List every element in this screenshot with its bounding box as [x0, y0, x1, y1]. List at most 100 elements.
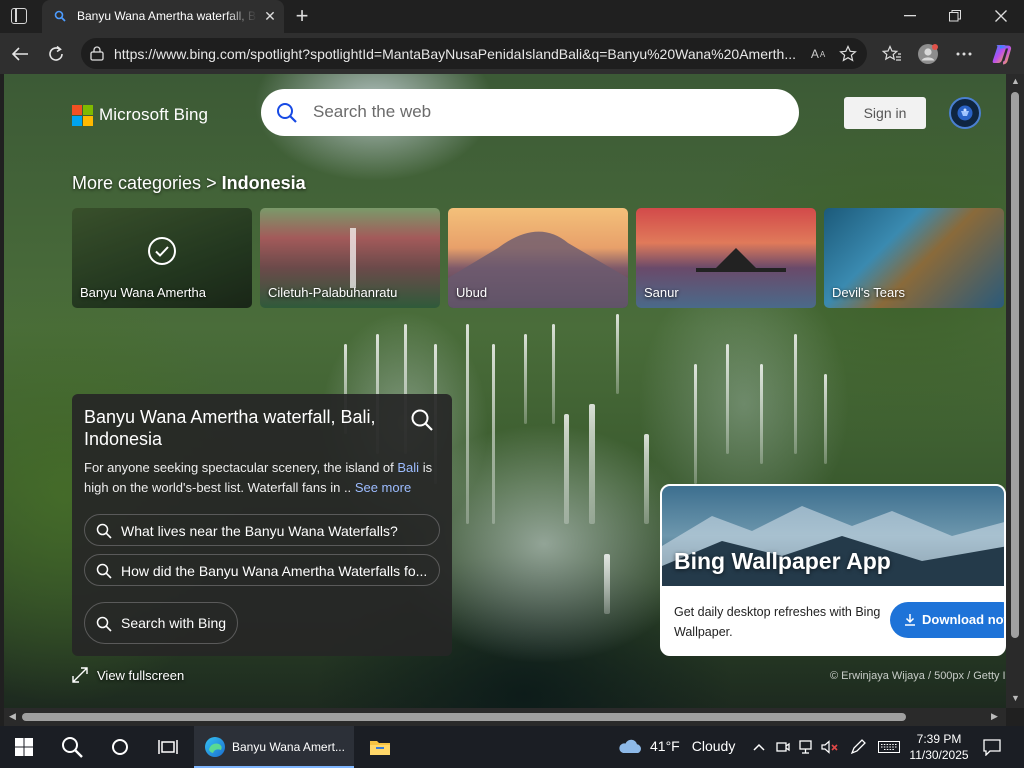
url-text[interactable]: https://www.bing.com/spotlight?spotlight… — [114, 46, 800, 62]
search-box[interactable] — [261, 89, 799, 136]
browser-toolbar: https://www.bing.com/spotlight?spotlight… — [0, 33, 1024, 74]
search-icon[interactable] — [276, 102, 298, 124]
pen-icon[interactable] — [848, 726, 868, 768]
volume-muted-icon[interactable] — [820, 726, 840, 768]
rewards-icon[interactable] — [949, 97, 981, 129]
chevron-up-icon[interactable] — [750, 726, 768, 768]
address-bar[interactable]: https://www.bing.com/spotlight?spotlight… — [81, 38, 867, 69]
promo-title: Bing Wallpaper App — [674, 548, 891, 574]
bali-link[interactable]: Bali — [397, 460, 419, 475]
taskbar-edge-app[interactable]: Banyu Wana Amert... — [194, 726, 354, 768]
task-view-icon[interactable] — [154, 726, 182, 768]
close-window-icon[interactable] — [986, 5, 1016, 27]
wallpaper-promo-card[interactable]: Bing Wallpaper App Get daily desktop ref… — [660, 484, 1006, 656]
favorite-star-icon[interactable] — [838, 44, 858, 64]
clock-date: 11/30/2025 — [909, 748, 969, 762]
desc-text: For anyone seeking spectacular scenery, … — [84, 460, 398, 475]
search-input[interactable] — [313, 101, 773, 123]
question-button[interactable]: What lives near the Banyu Wana Waterfall… — [84, 514, 440, 546]
microsoft-logo-icon — [72, 104, 93, 126]
weather-temp: 41°F — [650, 738, 680, 754]
breadcrumb-parent[interactable]: More categories — [72, 173, 201, 193]
browser-tab[interactable]: Banyu Wana Amertha waterfall, Bali ✕ — [42, 0, 284, 33]
view-fullscreen-button[interactable]: View fullscreen — [72, 667, 184, 683]
edge-icon — [205, 737, 225, 757]
horizontal-scrollbar[interactable]: ◀ ▶ — [4, 708, 1006, 726]
question-text: How did the Banyu Wana Amertha Waterfall… — [121, 563, 428, 579]
breadcrumb-separator: > — [206, 173, 217, 193]
restore-icon[interactable] — [940, 5, 970, 27]
card-devils-tears[interactable]: Devil's Tears — [824, 208, 1004, 308]
weather-widget[interactable]: 41°F Cloudy — [617, 737, 735, 755]
card-ciletuh-palabuhanratu[interactable]: Ciletuh-Palabuhanratu — [260, 208, 440, 308]
card-sanur[interactable]: Sanur — [636, 208, 816, 308]
scroll-down-icon[interactable]: ▼ — [1011, 693, 1020, 703]
meet-now-icon[interactable] — [774, 726, 792, 768]
copyright-text[interactable]: © Erwinjaya Wijaya / 500px / Getty I — [830, 670, 1006, 682]
card-label: Ciletuh-Palabuhanratu — [268, 285, 398, 300]
minimize-icon[interactable] — [895, 5, 925, 27]
question-button[interactable]: How did the Banyu Wana Amertha Waterfall… — [84, 554, 440, 586]
lock-icon[interactable] — [90, 46, 104, 61]
sidebar-icon[interactable] — [11, 8, 27, 24]
search-icon[interactable] — [410, 408, 434, 432]
view-fullscreen-label: View fullscreen — [97, 667, 185, 683]
bing-logo[interactable]: Microsoft Bing — [72, 104, 208, 126]
read-aloud-icon[interactable]: AA — [808, 44, 828, 64]
search-icon — [96, 616, 112, 632]
refresh-icon[interactable] — [44, 42, 68, 66]
card-label: Banyu Wana Amertha — [80, 285, 206, 300]
expand-icon — [72, 667, 88, 683]
windows-start-icon[interactable] — [10, 726, 38, 768]
bing-spotlight-page: Microsoft Bing Sign in More categories >… — [4, 74, 1006, 708]
network-icon[interactable] — [798, 726, 816, 768]
close-tab-icon[interactable]: ✕ — [261, 7, 279, 25]
weather-desc: Cloudy — [691, 738, 736, 754]
logo-text: Microsoft Bing — [99, 105, 209, 124]
windows-taskbar: Banyu Wana Amert... 41°F Cloudy 7:39 PM … — [0, 726, 1024, 768]
scroll-thumb[interactable] — [22, 713, 906, 721]
promo-description: Get daily desktop refreshes with Bing Wa… — [674, 605, 881, 639]
more-icon[interactable] — [952, 42, 976, 66]
search-with-bing-label: Search with Bing — [121, 615, 227, 631]
bing-favicon — [54, 10, 66, 22]
profile-icon[interactable] — [916, 42, 940, 66]
taskbar-edge-label: Banyu Wana Amert... — [232, 740, 345, 754]
tab-title: Banyu Wana Amertha waterfall, Bali — [77, 9, 257, 23]
search-icon[interactable] — [58, 726, 86, 768]
sign-in-button[interactable]: Sign in — [844, 97, 926, 129]
scroll-right-icon[interactable]: ▶ — [991, 711, 998, 722]
copilot-icon[interactable] — [989, 42, 1013, 66]
download-icon — [905, 614, 915, 626]
card-label: Ubud — [456, 285, 488, 300]
card-label: Devil's Tears — [832, 285, 906, 300]
search-icon — [96, 523, 112, 539]
download-now-button[interactable]: Download now — [890, 602, 1006, 638]
favorites-icon[interactable] — [880, 42, 904, 66]
back-icon[interactable] — [8, 42, 32, 66]
search-icon — [96, 563, 112, 579]
clock[interactable]: 7:39 PM 11/30/2025 — [906, 731, 972, 763]
card-label: Sanur — [644, 285, 679, 300]
breadcrumb-current: Indonesia — [221, 173, 306, 193]
clock-time: 7:39 PM — [916, 732, 962, 746]
search-with-bing-button[interactable]: Search with Bing — [84, 602, 238, 644]
download-now-label: Download now — [922, 612, 1006, 627]
cortana-icon[interactable] — [106, 726, 134, 768]
scroll-up-icon[interactable]: ▲ — [1011, 76, 1020, 86]
file-explorer-icon[interactable] — [366, 726, 394, 768]
info-description: For anyone seeking spectacular scenery, … — [84, 458, 436, 498]
scroll-thumb[interactable] — [1011, 92, 1019, 638]
card-ubud[interactable]: Ubud — [448, 208, 628, 308]
card-banyu-wana-amertha[interactable]: Banyu Wana Amertha — [72, 208, 252, 308]
new-tab-icon[interactable]: + — [292, 5, 312, 27]
vertical-scrollbar[interactable]: ▲ ▼ — [1006, 74, 1024, 708]
checkmark-icon — [148, 237, 176, 265]
tab-bar: Banyu Wana Amertha waterfall, Bali ✕ + — [0, 0, 1024, 33]
notifications-icon[interactable] — [980, 726, 1004, 768]
keyboard-icon[interactable] — [876, 726, 902, 768]
scroll-left-icon[interactable]: ◀ — [9, 711, 16, 722]
cloud-icon — [619, 739, 641, 753]
question-text: What lives near the Banyu Wana Waterfall… — [121, 523, 398, 539]
see-more-link[interactable]: See more — [355, 480, 411, 495]
